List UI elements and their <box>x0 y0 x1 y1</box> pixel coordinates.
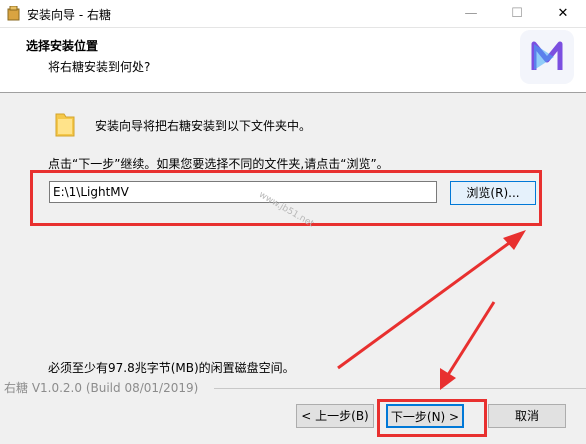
annotation-arrow-to-next <box>444 301 496 379</box>
annotation-arrowhead-input <box>503 230 526 250</box>
annotation-arrows <box>337 230 526 390</box>
annotation-arrowhead-next <box>440 368 456 390</box>
annotation-arrow-to-input <box>337 236 517 370</box>
